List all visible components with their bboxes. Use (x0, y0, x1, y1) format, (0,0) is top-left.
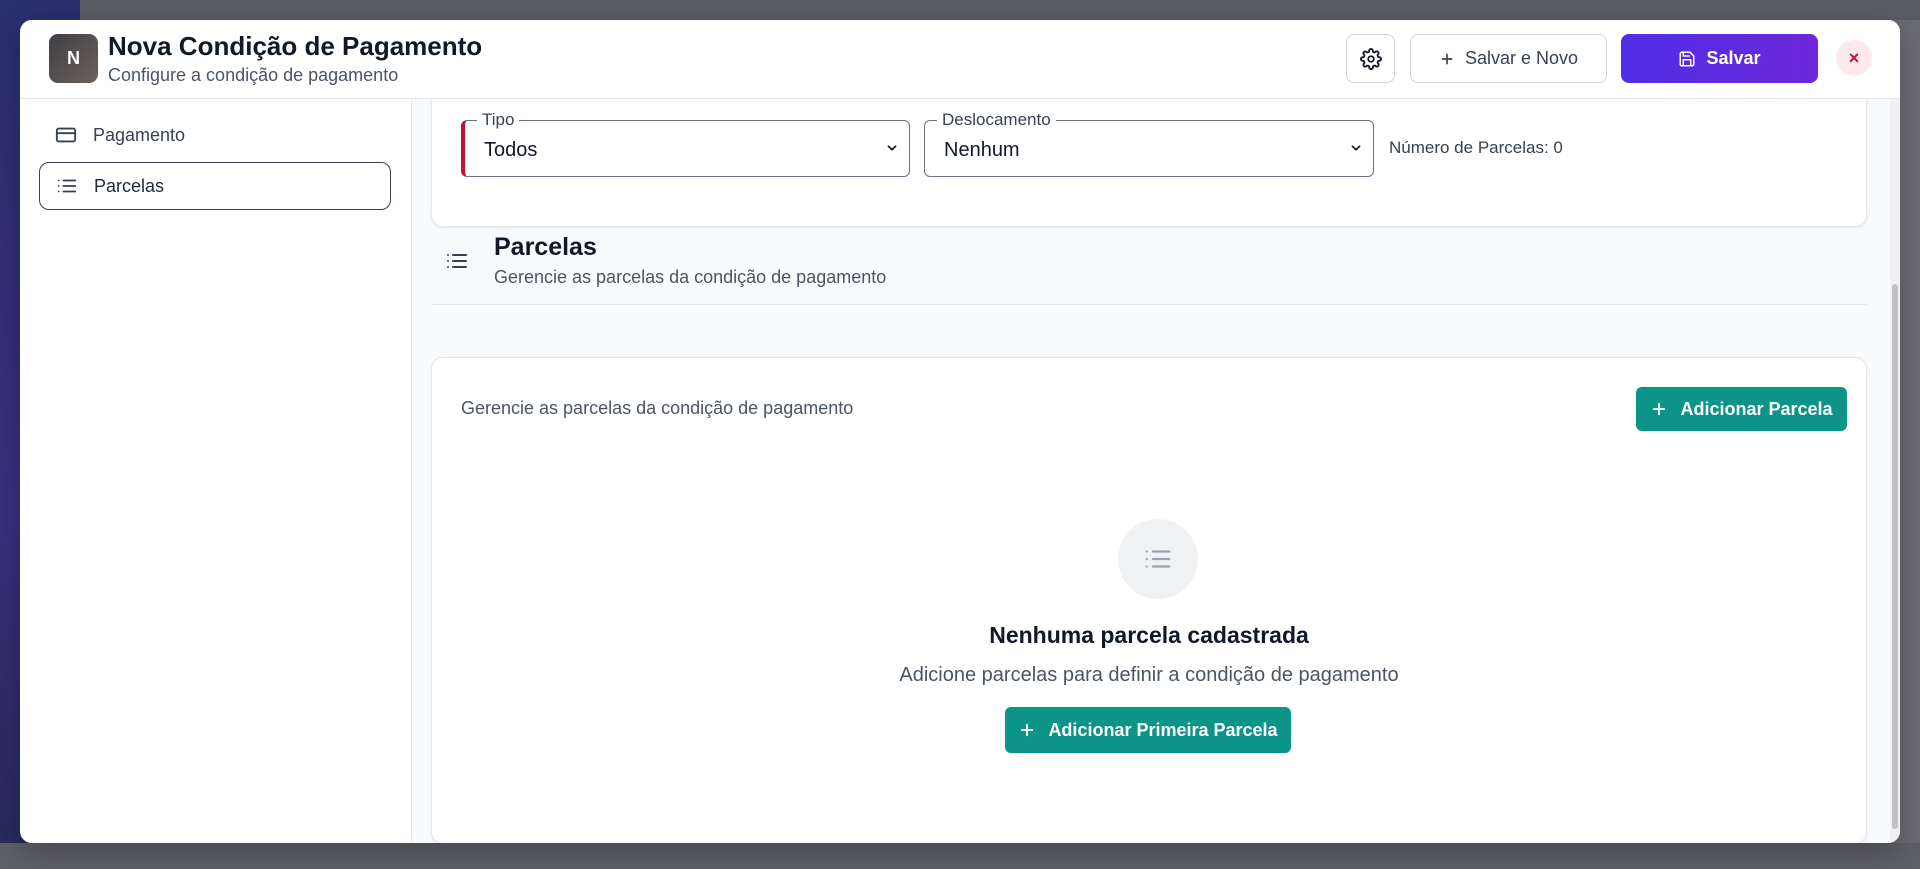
list-icon (1145, 550, 1171, 568)
scrollbar[interactable] (1890, 99, 1900, 843)
add-installment-label: Adicionar Parcela (1680, 398, 1833, 419)
save-icon (1679, 51, 1695, 66)
chevron-down-icon (1351, 145, 1361, 151)
add-first-installment-button[interactable]: Adicionar Primeira Parcela (1005, 707, 1291, 753)
gear-icon (1359, 47, 1382, 70)
sidebar-item-parcelas[interactable]: Parcelas (39, 162, 391, 210)
section-title: Parcelas (494, 233, 597, 261)
add-installment-button[interactable]: Adicionar Parcela (1636, 387, 1847, 431)
save-and-new-button[interactable]: Salvar e Novo (1410, 34, 1607, 83)
modal-header: N Nova Condição de Pagamento Configure a… (20, 20, 1900, 99)
settings-button[interactable] (1346, 34, 1395, 83)
background-top (80, 0, 1920, 20)
close-icon: × (1848, 47, 1860, 68)
plus-icon (1441, 53, 1453, 64)
installments-description: Gerencie as parcelas da condição de paga… (461, 398, 854, 418)
deslocamento-select[interactable]: Deslocamento Nenhum (924, 110, 1374, 177)
sidebar-item-pagamento[interactable]: Pagamento (39, 111, 391, 159)
filters-card: Tipo Todos Deslocamento Nenhum Número de… (431, 99, 1867, 227)
page-subtitle: Configure a condição de pagamento (108, 65, 399, 85)
save-and-new-label: Salvar e Novo (1464, 48, 1579, 68)
plus-icon (1021, 723, 1034, 737)
tipo-value: Todos (484, 139, 538, 161)
deslocamento-label: Deslocamento (937, 110, 1056, 130)
avatar: N (49, 34, 98, 83)
save-label: Salvar (1706, 48, 1761, 68)
tipo-label: Tipo (477, 110, 520, 130)
empty-state-subtitle: Adicione parcelas para definir a condiçã… (899, 664, 1399, 686)
plus-icon (1653, 402, 1666, 416)
add-first-installment-label: Adicionar Primeira Parcela (1048, 719, 1278, 740)
installments-card: Gerencie as parcelas da condição de paga… (431, 357, 1867, 843)
sidebar: Pagamento Parcelas (20, 99, 412, 843)
empty-state-title: Nenhuma parcela cadastrada (989, 622, 1309, 648)
background-bottom (0, 843, 1920, 869)
tipo-select[interactable]: Tipo Todos (461, 110, 910, 177)
sidebar-item-label: Pagamento (93, 124, 186, 145)
main-content: Tipo Todos Deslocamento Nenhum Número de… (412, 99, 1900, 843)
empty-state-icon-circle (1118, 519, 1198, 599)
section-subtitle: Gerencie as parcelas da condição de paga… (494, 267, 887, 287)
list-icon (447, 254, 467, 268)
payment-condition-modal: N Nova Condição de Pagamento Configure a… (20, 20, 1900, 843)
installments-count: Número de Parcelas: 0 (1389, 138, 1563, 157)
sidebar-item-label: Parcelas (94, 175, 165, 196)
page-title: Nova Condição de Pagamento (108, 31, 483, 61)
close-button[interactable]: × (1836, 40, 1872, 76)
deslocamento-value: Nenhum (944, 139, 1020, 161)
list-icon (57, 179, 77, 193)
scrollbar-thumb[interactable] (1892, 284, 1898, 829)
section-header: Parcelas Gerencie as parcelas da condiçã… (431, 227, 1867, 305)
chevron-down-icon (887, 145, 897, 151)
credit-card-icon (55, 127, 77, 143)
save-button[interactable]: Salvar (1621, 34, 1818, 83)
